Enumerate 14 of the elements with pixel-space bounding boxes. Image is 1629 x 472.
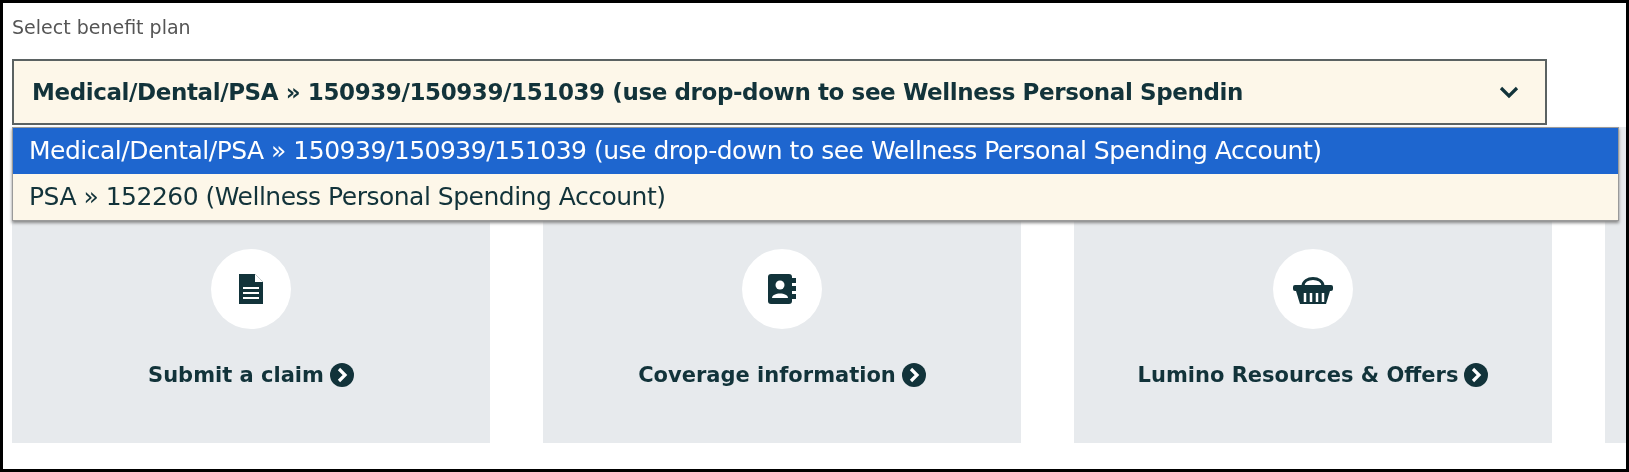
basket-icon [1293, 274, 1333, 304]
document-icon [239, 274, 263, 304]
field-label: Select benefit plan [12, 15, 192, 40]
plan-select[interactable]: Medical/Dental/PSA » 150939/150939/151039 (use drop-down to see Wellness Personal Spendin [12, 59, 1547, 125]
arrow-circle-icon [1464, 363, 1489, 387]
contact-book-icon [768, 274, 796, 304]
chevron-down-icon [1499, 85, 1519, 99]
dropdown-option[interactable]: Medical/Dental/PSA » 150939/150939/151039 (use drop-down to see Wellness Personal Spending Account) [13, 128, 1618, 174]
card-link[interactable]: Lumino Resources & Offers [1137, 363, 1459, 387]
card-link[interactable]: Coverage information [638, 363, 896, 387]
arrow-circle-icon [329, 363, 354, 387]
dropdown-option[interactable]: PSA » 152260 (Wellness Personal Spending Account) [13, 174, 1618, 220]
card-link[interactable]: Submit a claim [148, 363, 324, 387]
arrow-circle-icon [901, 363, 926, 387]
